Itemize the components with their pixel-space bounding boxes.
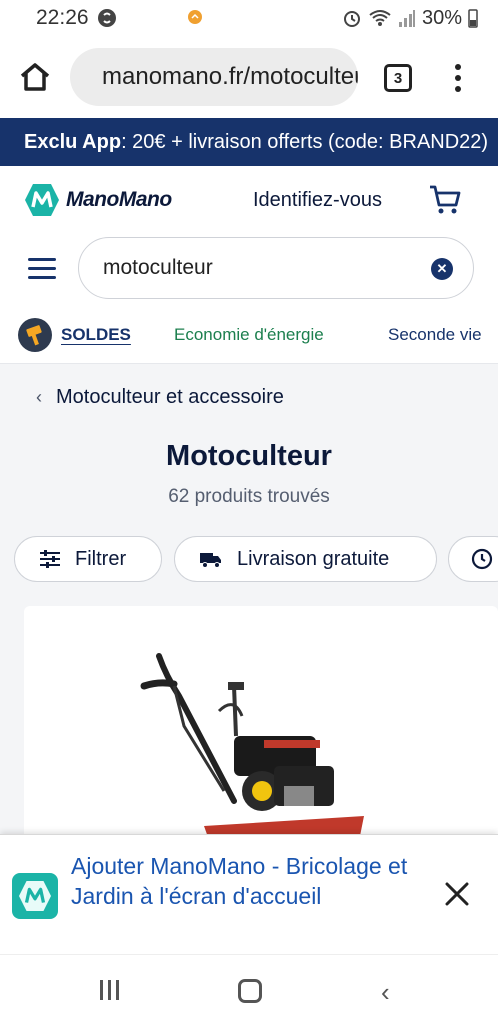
hamburger-line bbox=[28, 258, 56, 261]
delivery-label: Livraison gratuite bbox=[237, 547, 390, 570]
promo-text: : 20€ + livraison offerts (code: BRAND22… bbox=[121, 130, 489, 153]
login-link[interactable]: Identifiez-vous bbox=[253, 189, 382, 212]
menu-dot-icon bbox=[455, 64, 461, 70]
browser-menu-button[interactable] bbox=[448, 58, 468, 98]
status-right: 30% bbox=[342, 7, 478, 30]
truck-icon bbox=[200, 553, 221, 568]
hamburger-line bbox=[28, 276, 56, 279]
alarm-icon bbox=[343, 11, 360, 27]
hamburger-line bbox=[28, 267, 56, 270]
soldes-icon bbox=[18, 318, 52, 352]
breadcrumb[interactable]: ‹ Motoculteur et accessoire bbox=[36, 386, 284, 409]
back-icon[interactable]: ‹ bbox=[381, 977, 390, 1008]
recent-line bbox=[108, 980, 111, 1000]
notification-icon bbox=[188, 10, 202, 24]
sliders-icon bbox=[40, 550, 60, 568]
category-nav: SOLDES Economie d'énergie Seconde vie bbox=[0, 306, 498, 364]
url-text: manomano.fr/motoculteur bbox=[102, 63, 358, 90]
status-time: 22:26 bbox=[36, 6, 89, 29]
chevron-left-icon: ‹ bbox=[36, 387, 42, 407]
results-count: 62 produits trouvés bbox=[168, 486, 330, 507]
free-delivery-filter[interactable]: Livraison gratuite bbox=[174, 536, 437, 582]
close-icon[interactable] bbox=[444, 881, 470, 907]
status-bar: 22:26 30% bbox=[0, 0, 498, 36]
product-image bbox=[140, 653, 371, 846]
promo-banner[interactable]: Exclu App : 20€ + livraison offerts (cod… bbox=[0, 118, 498, 166]
add-to-homescreen-banner[interactable]: Ajouter ManoMano - Bricolage et Jardin à… bbox=[0, 834, 498, 954]
home-button-icon[interactable] bbox=[238, 979, 262, 1003]
delivery-time-filter[interactable] bbox=[448, 536, 498, 582]
install-banner-text[interactable]: Ajouter ManoMano - Bricolage et Jardin à… bbox=[71, 851, 411, 911]
search-input[interactable]: motoculteur bbox=[78, 237, 474, 299]
category-seconde-vie[interactable]: Seconde vie bbox=[388, 325, 482, 345]
category-soldes[interactable]: SOLDES bbox=[61, 325, 131, 345]
menu-dot-icon bbox=[455, 86, 461, 92]
product-card[interactable] bbox=[24, 606, 498, 846]
filter-label: Filtrer bbox=[75, 547, 127, 570]
site-header: ManoMano Identifiez-vous bbox=[0, 166, 498, 236]
wifi-icon bbox=[369, 10, 391, 26]
tabs-button[interactable]: 3 bbox=[384, 64, 412, 92]
status-left: 22:26 bbox=[36, 6, 117, 30]
hamburger-menu-icon[interactable] bbox=[28, 258, 56, 279]
menu-dot-icon bbox=[455, 75, 461, 81]
breadcrumb-label: Motoculteur et accessoire bbox=[56, 386, 284, 408]
battery-icon bbox=[468, 9, 478, 28]
manomano-app-icon bbox=[12, 873, 58, 919]
shazam-icon bbox=[97, 9, 116, 27]
signal-icon bbox=[398, 10, 415, 27]
filter-button[interactable]: Filtrer bbox=[14, 536, 162, 582]
recent-line bbox=[116, 980, 119, 1000]
home-icon[interactable] bbox=[18, 61, 52, 93]
category-economie-energie[interactable]: Economie d'énergie bbox=[174, 325, 324, 345]
manomano-logo-icon bbox=[25, 184, 59, 216]
system-nav-bar: ‹ bbox=[0, 954, 498, 1024]
address-bar[interactable]: manomano.fr/motoculteur bbox=[70, 48, 358, 106]
browser-toolbar: manomano.fr/motoculteur 3 bbox=[0, 36, 498, 118]
search-row: motoculteur ✕ bbox=[0, 236, 498, 306]
recent-apps-icon[interactable] bbox=[100, 980, 119, 1000]
cart-icon[interactable] bbox=[428, 184, 462, 216]
manomano-logo[interactable]: ManoMano bbox=[24, 183, 172, 217]
promo-bold: Exclu App bbox=[24, 130, 122, 153]
battery-level: 30% bbox=[421, 6, 462, 29]
logo-text: ManoMano bbox=[66, 188, 172, 211]
main-content: ‹ Motoculteur et accessoire Motoculteur … bbox=[0, 364, 498, 846]
page-title: Motoculteur bbox=[166, 440, 332, 472]
recent-line bbox=[100, 980, 103, 1000]
clear-search-icon[interactable]: ✕ bbox=[431, 258, 453, 280]
clock-icon bbox=[471, 548, 493, 570]
